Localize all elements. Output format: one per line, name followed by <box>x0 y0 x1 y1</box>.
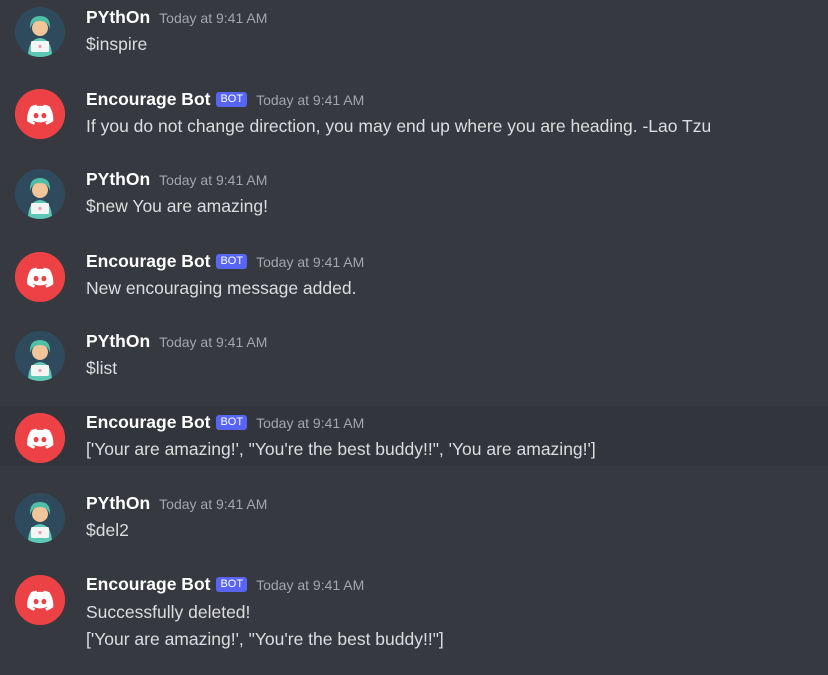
message-timestamp: Today at 9:41 AM <box>159 10 268 26</box>
message-author[interactable]: Encourage Bot <box>86 574 210 595</box>
message-author[interactable]: PYthOn <box>86 169 150 190</box>
message: PYthOn Today at 9:41 AM $inspire <box>0 0 828 80</box>
message-timestamp: Today at 9:41 AM <box>256 415 365 431</box>
message: Encourage Bot BOT Today at 9:41 AM Succe… <box>0 566 828 675</box>
message: Encourage Bot BOT Today at 9:41 AM If yo… <box>0 80 828 162</box>
message-timestamp: Today at 9:41 AM <box>159 334 268 350</box>
discord-bot-avatar[interactable] <box>15 252 65 302</box>
message: PYthOn Today at 9:41 AM $list <box>0 324 828 406</box>
message-author[interactable]: PYthOn <box>86 331 150 352</box>
bot-badge: BOT <box>216 577 248 592</box>
message-line: New encouraging message added. <box>86 278 357 298</box>
message-timestamp: Today at 9:41 AM <box>256 577 365 593</box>
bot-badge: BOT <box>216 254 248 269</box>
message-author[interactable]: Encourage Bot <box>86 89 210 110</box>
message: PYthOn Today at 9:41 AM $del2 <box>0 466 828 566</box>
message-line: $del2 <box>86 520 129 540</box>
message-content: $inspire <box>86 31 147 58</box>
message-line: $list <box>86 358 118 378</box>
user-avatar[interactable] <box>15 493 65 543</box>
bot-badge: BOT <box>216 92 248 107</box>
message-content: $del2 <box>86 517 129 544</box>
message-author[interactable]: PYthOn <box>86 493 150 514</box>
bot-badge: BOT <box>216 415 248 430</box>
user-avatar[interactable] <box>15 7 65 57</box>
message-author[interactable]: PYthOn <box>86 7 150 28</box>
message-author[interactable]: Encourage Bot <box>86 412 210 433</box>
message-timestamp: Today at 9:41 AM <box>256 254 365 270</box>
message-content: If you do not change direction, you may … <box>86 113 711 140</box>
message-timestamp: Today at 9:41 AM <box>256 92 365 108</box>
message-line: $new You are amazing! <box>86 196 268 216</box>
discord-bot-avatar[interactable] <box>15 89 65 139</box>
message-content: Successfully deleted! ['Your are amazing… <box>86 599 444 653</box>
discord-bot-avatar[interactable] <box>15 413 65 463</box>
message-line: If you do not change direction, you may … <box>86 116 712 136</box>
message: PYthOn Today at 9:41 AM $new You are ama… <box>0 162 828 243</box>
message-content: $list <box>86 355 117 382</box>
user-avatar[interactable] <box>15 331 65 381</box>
message: Encourage Bot BOT Today at 9:41 AM ['You… <box>0 406 828 466</box>
message: Encourage Bot BOT Today at 9:41 AM New e… <box>0 243 828 324</box>
message-line: $inspire <box>86 34 148 54</box>
message-timestamp: Today at 9:41 AM <box>159 172 268 188</box>
message-line: ['Your are amazing!', "You're the best b… <box>86 629 444 649</box>
message-content: New encouraging message added. <box>86 275 356 302</box>
user-avatar[interactable] <box>15 169 65 219</box>
message-author[interactable]: Encourage Bot <box>86 251 210 272</box>
message-line: Successfully deleted! <box>86 602 251 622</box>
message-content: $new You are amazing! <box>86 193 268 220</box>
message-line: ['Your are amazing!', "You're the best b… <box>86 439 596 459</box>
message-timestamp: Today at 9:41 AM <box>159 496 268 512</box>
message-content: ['Your are amazing!', "You're the best b… <box>86 436 596 463</box>
discord-bot-avatar[interactable] <box>15 575 65 625</box>
